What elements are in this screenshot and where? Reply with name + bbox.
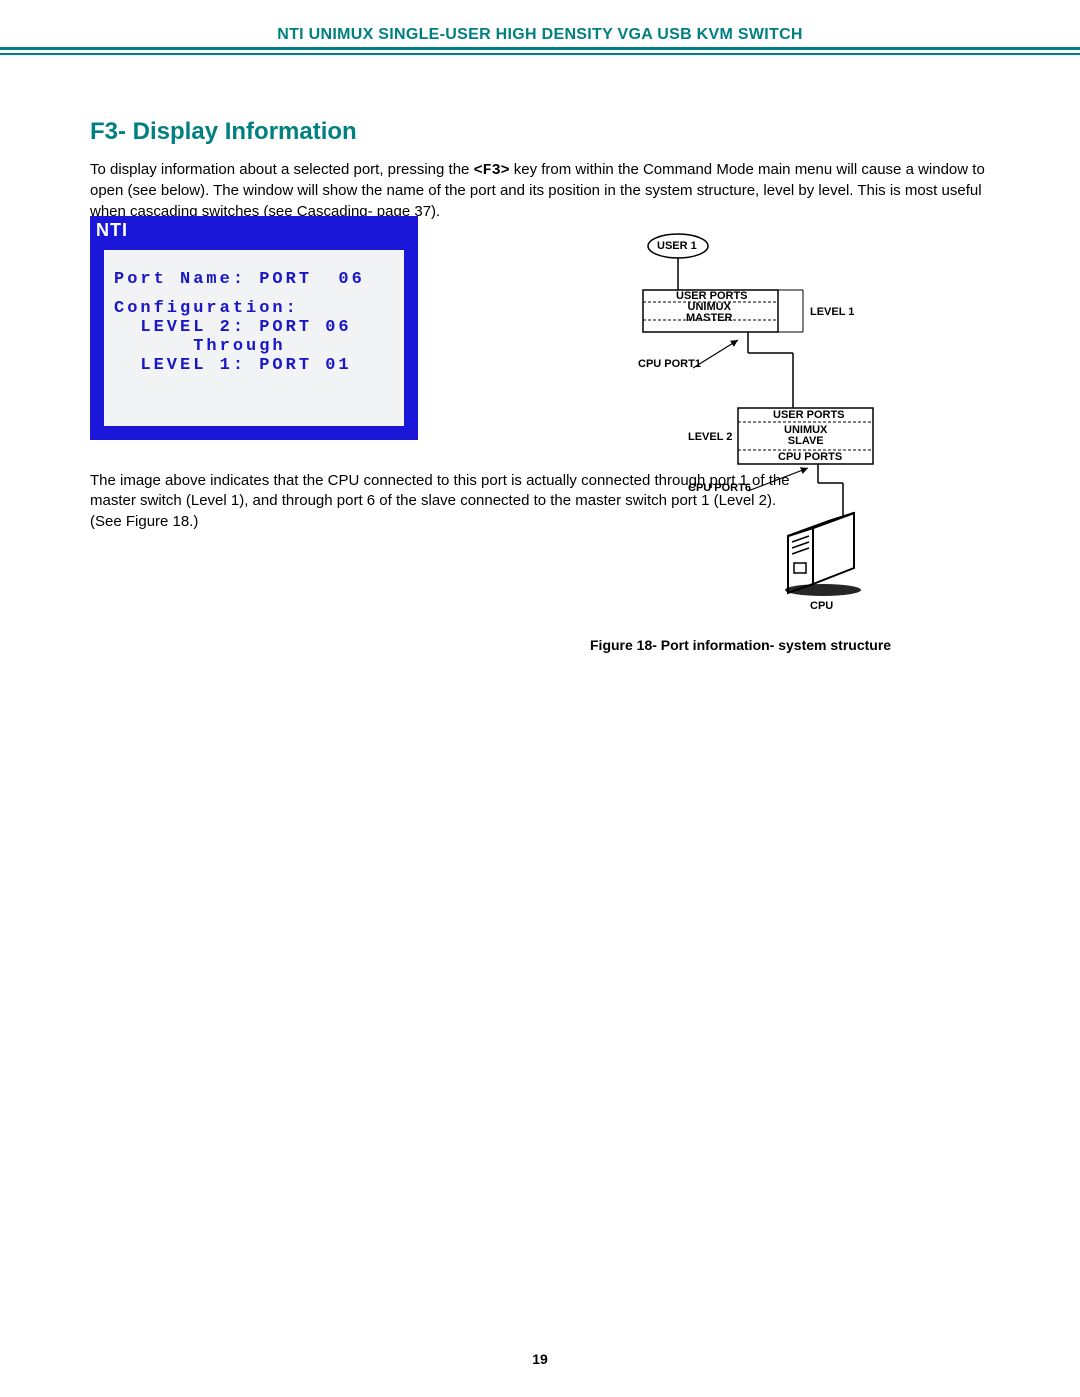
port-name-line: Port Name: PORT 06 xyxy=(114,270,394,289)
label-unimux-slave: UNIMUX SLAVE xyxy=(784,425,827,447)
doc-header: NTI UNIMUX SINGLE-USER HIGH DENSITY VGA … xyxy=(0,26,1080,44)
port-info-screenshot: NTI Port Name: PORT 06 Configuration: LE… xyxy=(90,216,418,440)
label-unimux-master: UNIMUX MASTER xyxy=(686,302,732,324)
page-number: 19 xyxy=(0,1351,1080,1367)
label-cpu-ports: CPU PORTS xyxy=(778,451,842,463)
level1-line: LEVEL 1: PORT 01 xyxy=(114,356,394,375)
label-user-ports-2: USER PORTS xyxy=(773,409,845,421)
label-cpu-port6: CPU PORT6 xyxy=(688,482,751,494)
through-line: Through xyxy=(114,337,394,356)
label-cpu: CPU xyxy=(810,600,833,612)
figure-caption: Figure 18- Port information- system stru… xyxy=(590,637,891,653)
intro-key: <F3> xyxy=(474,162,510,179)
port-info-panel: Port Name: PORT 06 Configuration: LEVEL … xyxy=(104,250,404,426)
content-area: F3- Display Information To display infor… xyxy=(90,118,990,222)
section-title: F3- Display Information xyxy=(90,118,990,146)
nti-logo: NTI xyxy=(96,220,128,241)
rule-top-1 xyxy=(0,47,1080,50)
label-level-2: LEVEL 2 xyxy=(688,431,732,443)
label-level-1: LEVEL 1 xyxy=(810,306,854,318)
intro-paragraph: To display information about a selected … xyxy=(90,160,990,222)
intro-pre: To display information about a selected … xyxy=(90,161,474,178)
system-structure-diagram: USER 1 USER PORTS UNIMUX MASTER LEVEL 1 … xyxy=(638,228,998,628)
label-cpu-port1: CPU PORT1 xyxy=(638,358,701,370)
label-user1: USER 1 xyxy=(657,240,697,252)
rule-top-2 xyxy=(0,53,1080,55)
config-line: Configuration: xyxy=(114,299,394,318)
level2-line: LEVEL 2: PORT 06 xyxy=(114,318,394,337)
